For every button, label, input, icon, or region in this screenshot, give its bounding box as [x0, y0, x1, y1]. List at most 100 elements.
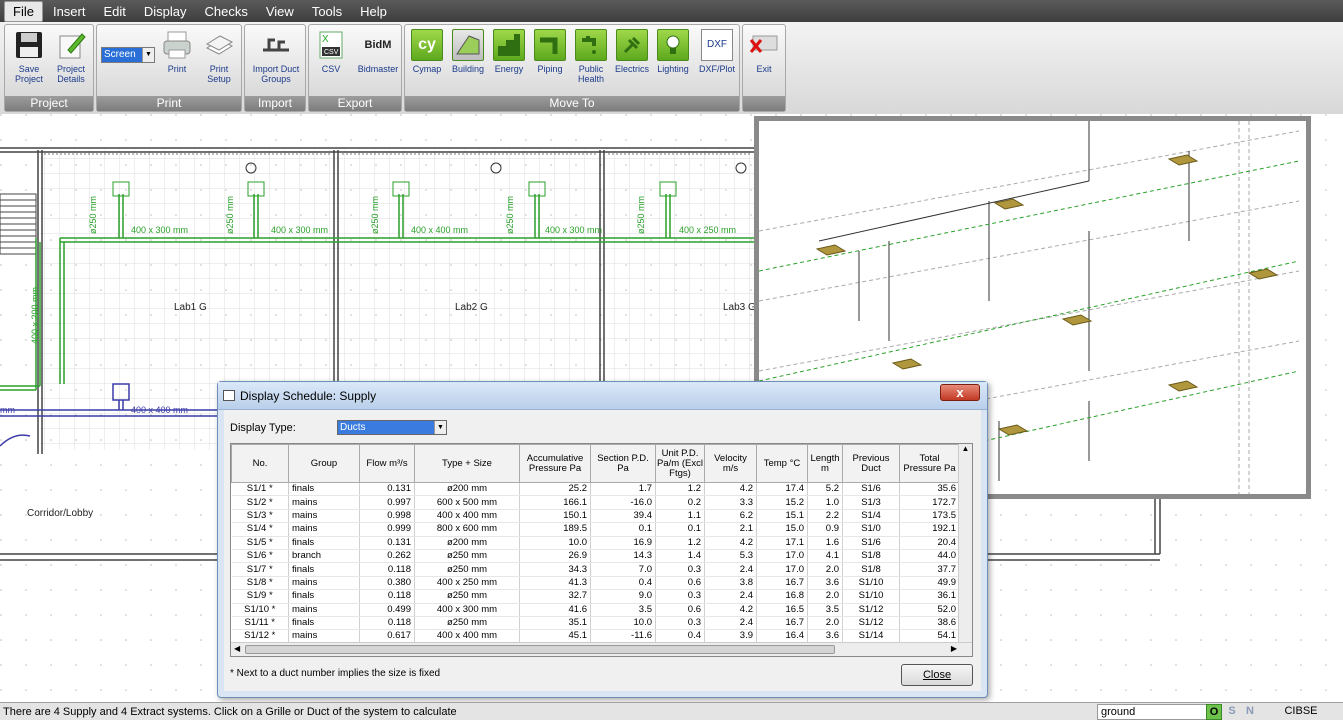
column-header[interactable]: No.	[231, 444, 289, 483]
bidmaster-button[interactable]: BidM Bidmaster	[355, 29, 401, 75]
print-setup-button[interactable]: Print Setup	[199, 29, 239, 84]
menu-display[interactable]: Display	[136, 2, 195, 21]
column-header[interactable]: Velocity m/s	[704, 444, 757, 483]
exit-button[interactable]: Exit	[744, 29, 784, 74]
table-row[interactable]: S1/7 * finals 0.118 ø250 mm 34.3 7.0 0.3 2.4 17.…	[231, 562, 960, 577]
duct-label[interactable]: 400 x 300 mm	[131, 225, 188, 235]
print-button[interactable]: Print	[157, 29, 197, 74]
display-type-value: Ducts	[338, 421, 434, 434]
snap-n-toggle[interactable]: N	[1242, 704, 1258, 720]
duct-label[interactable]: 400 x 400 mm	[411, 225, 468, 235]
ribbon-group-import: Import Duct Groups Import	[244, 24, 306, 112]
vertical-scrollbar[interactable]: ▲	[958, 444, 972, 644]
dxf-plot-button[interactable]: DXF DXF/Plot	[695, 29, 739, 74]
lighting-button[interactable]: Lighting	[653, 29, 693, 74]
csv-export-button[interactable]: X CSV CSV	[311, 29, 351, 74]
table-cell: 189.5	[519, 522, 591, 537]
energy-label: Energy	[494, 64, 524, 74]
pipe-label[interactable]: ø250 mm	[505, 196, 515, 234]
table-cell: 4.2	[704, 603, 757, 617]
table-cell: S1/11 *	[231, 616, 289, 631]
table-row[interactable]: S1/8 * mains 0.380 400 x 250 mm 41.3 0.4 0.6 3.…	[231, 576, 960, 591]
scroll-left-icon[interactable]: ◀	[234, 644, 240, 653]
menu-tools[interactable]: Tools	[304, 2, 350, 21]
table-cell: finals	[288, 482, 360, 497]
public-health-button[interactable]: Public Health	[571, 29, 611, 84]
snap-o-toggle[interactable]: O	[1206, 704, 1222, 720]
table-row[interactable]: S1/3 * mains 0.998 400 x 400 mm 150.1 39.4 1.1…	[231, 509, 960, 524]
table-row[interactable]: S1/6 * branch 0.262 ø250 mm 26.9 14.3 1.4 5.3 17…	[231, 549, 960, 564]
pipe-label[interactable]: ø250 mm	[370, 196, 380, 234]
duct-label[interactable]: 400 x 250 mm	[679, 225, 736, 235]
close-icon[interactable]: x	[940, 384, 980, 401]
piping-button[interactable]: Piping	[530, 29, 570, 74]
electrics-button[interactable]: Electrics	[612, 29, 652, 74]
duct-label[interactable]: 400 x 300 mm	[271, 225, 328, 235]
project-details-button[interactable]: Project Details	[51, 29, 91, 84]
column-header[interactable]: Flow m³/s	[359, 444, 415, 483]
column-header[interactable]: Group	[288, 444, 360, 483]
room-label: Lab1 G	[174, 302, 207, 313]
horizontal-scroll-thumb[interactable]	[245, 645, 835, 654]
table-cell: -16.0	[590, 495, 656, 510]
save-project-button[interactable]: Save Project	[9, 29, 49, 84]
menu-file[interactable]: File	[4, 0, 43, 22]
column-header[interactable]: Type + Size	[414, 444, 520, 483]
menu-view[interactable]: View	[258, 2, 302, 21]
import-duct-groups-button[interactable]: Import Duct Groups	[251, 29, 301, 84]
table-cell: 400 x 250 mm	[414, 576, 520, 591]
table-cell: 17.0	[756, 562, 808, 577]
table-cell: 34.3	[519, 562, 591, 577]
column-header[interactable]: Accumulative Pressure Pa	[519, 444, 591, 483]
table-cell: 0.3	[655, 562, 705, 577]
scroll-right-icon[interactable]: ▶	[951, 644, 957, 653]
building-button[interactable]: Building	[448, 29, 488, 74]
close-button[interactable]: Close	[901, 664, 973, 686]
pipe-label[interactable]: ø250 mm	[636, 196, 646, 234]
column-header[interactable]: Unit P.D. Pa/m (Excl Ftgs)	[655, 444, 705, 483]
horizontal-scrollbar[interactable]: ◀ ▶	[231, 642, 972, 656]
table-row[interactable]: S1/4 * mains 0.999 800 x 600 mm 189.5 0.1 0.1 2…	[231, 522, 960, 537]
snap-s-toggle[interactable]: S	[1224, 704, 1240, 720]
table-cell: 1.0	[807, 495, 843, 510]
menu-checks[interactable]: Checks	[197, 2, 256, 21]
schedule-table[interactable]: No. Group Flow m³/s Type + Size Accumulative…	[230, 443, 973, 657]
column-header[interactable]: Total Pressure Pa	[899, 444, 960, 483]
column-header[interactable]: Section P.D. Pa	[590, 444, 656, 483]
duct-label[interactable]: 400 x 400 mm	[131, 405, 188, 415]
table-cell: 1.2	[655, 536, 705, 550]
dialog-title-bar[interactable]: Display Schedule: Supply x	[218, 382, 987, 410]
table-cell: S1/10	[842, 589, 900, 604]
print-target-select[interactable]: Screen ▼	[101, 47, 155, 63]
table-cell: ø250 mm	[414, 616, 520, 631]
pipe-label[interactable]: ø250 mm	[88, 196, 98, 234]
cymap-button[interactable]: cy Cymap	[407, 29, 447, 74]
menu-help[interactable]: Help	[352, 2, 395, 21]
print-target-value: Screen	[102, 48, 142, 62]
layer-field[interactable]: ground	[1097, 704, 1207, 720]
column-header[interactable]: Temp °C	[756, 444, 808, 483]
group-label-project: Project	[5, 96, 93, 111]
table-row[interactable]: S1/1 * finals 0.131 ø200 mm 25.2 1.7 1.2 4.2 17.…	[231, 482, 960, 497]
table-row[interactable]: S1/9 * finals 0.118 ø250 mm 32.7 9.0 0.3 2.4 16.…	[231, 589, 960, 604]
table-row[interactable]: S1/2 * mains 0.997 600 x 500 mm 166.1 -16.0 0.…	[231, 495, 960, 510]
pipe-label[interactable]: ø250 mm	[225, 196, 235, 234]
menu-edit[interactable]: Edit	[95, 2, 133, 21]
duct-label[interactable]: 400 x 300 mm	[545, 225, 602, 235]
menu-insert[interactable]: Insert	[45, 2, 94, 21]
duct-label[interactable]: 400 x 200 mm	[30, 287, 40, 344]
table-cell: 4.2	[704, 482, 757, 497]
table-row[interactable]: S1/11 * finals 0.118 ø250 mm 35.1 10.0 0.3 2.4 1…	[231, 616, 960, 631]
scroll-up-icon[interactable]: ▲	[959, 444, 972, 453]
building-label: Building	[451, 64, 485, 74]
table-cell: 17.4	[756, 482, 808, 497]
display-type-select[interactable]: Ducts ▼	[337, 420, 447, 435]
table-row[interactable]: S1/10 * mains 0.499 400 x 300 mm 41.6 3.5 0.6 4…	[231, 603, 960, 617]
table-cell: S1/10	[842, 576, 900, 591]
energy-button[interactable]: Energy	[489, 29, 529, 74]
lighting-label: Lighting	[657, 64, 689, 74]
column-header[interactable]: Length m	[807, 444, 843, 483]
table-cell: S1/8 *	[231, 576, 289, 591]
table-row[interactable]: S1/5 * finals 0.131 ø200 mm 10.0 16.9 1.2 4.2 17…	[231, 536, 960, 550]
column-header[interactable]: Previous Duct	[842, 444, 900, 483]
